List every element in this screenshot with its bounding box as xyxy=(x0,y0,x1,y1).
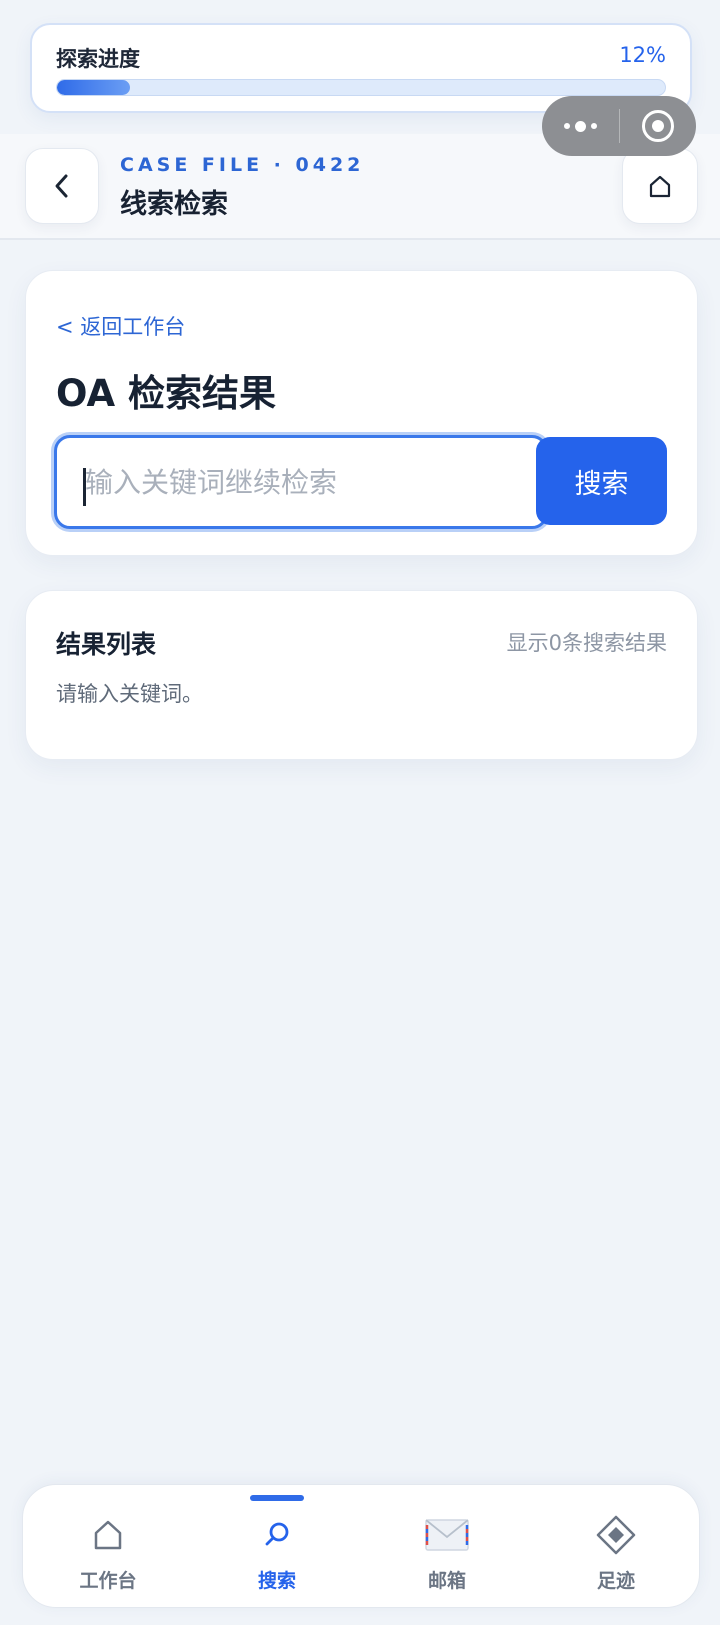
envelope-icon xyxy=(424,1516,470,1554)
home-icon xyxy=(93,1516,123,1554)
progress-track xyxy=(56,79,666,96)
results-empty-message: 请输入关键词。 xyxy=(56,682,203,706)
tab-workbench[interactable]: 工作台 xyxy=(43,1485,173,1609)
search-input-wrapper xyxy=(54,435,548,529)
search-button[interactable]: 搜索 xyxy=(536,437,667,525)
chevron-left-icon xyxy=(55,174,68,198)
text-caret xyxy=(83,468,86,506)
back-to-workbench-link[interactable]: < 返回工作台 xyxy=(56,311,185,341)
tab-label: 工作台 xyxy=(79,1570,137,1592)
more-dots-icon[interactable] xyxy=(542,96,619,156)
diamond-icon xyxy=(596,1515,636,1555)
progress-percent: 12% xyxy=(619,43,666,67)
tab-mailbox[interactable]: 邮箱 xyxy=(382,1485,512,1609)
target-close-icon[interactable] xyxy=(620,96,696,156)
tab-search[interactable]: 搜索 xyxy=(212,1485,342,1609)
bottom-tab-bar: 工作台 搜索 邮箱 足迹 xyxy=(22,1484,700,1608)
progress-title: 探索进度 xyxy=(56,47,140,71)
tab-label: 邮箱 xyxy=(427,1570,466,1592)
home-button[interactable] xyxy=(622,148,698,224)
tab-label: 足迹 xyxy=(596,1570,635,1592)
tab-footprints[interactable]: 足迹 xyxy=(551,1485,681,1609)
progress-fill xyxy=(57,80,130,95)
miniprogram-capsule xyxy=(542,96,696,156)
search-input[interactable] xyxy=(57,438,545,526)
search-card: < 返回工作台 OA 检索结果 搜索 xyxy=(25,270,698,556)
tab-label: 搜索 xyxy=(257,1570,296,1592)
results-list-title: 结果列表 xyxy=(56,630,157,659)
results-count: 显示0条搜索结果 xyxy=(506,631,667,655)
search-results-title: OA 检索结果 xyxy=(56,372,276,415)
page: 探索进度 12% CASE FILE · 0422 线索检索 < 返回工作台 O… xyxy=(0,0,720,1625)
back-button[interactable] xyxy=(25,148,99,224)
search-icon xyxy=(262,1516,292,1554)
case-file-label: CASE FILE · 0422 xyxy=(120,154,365,176)
page-title: 线索检索 xyxy=(120,189,228,220)
results-card: 结果列表 显示0条搜索结果 请输入关键词。 xyxy=(25,590,698,760)
home-icon xyxy=(649,175,671,198)
